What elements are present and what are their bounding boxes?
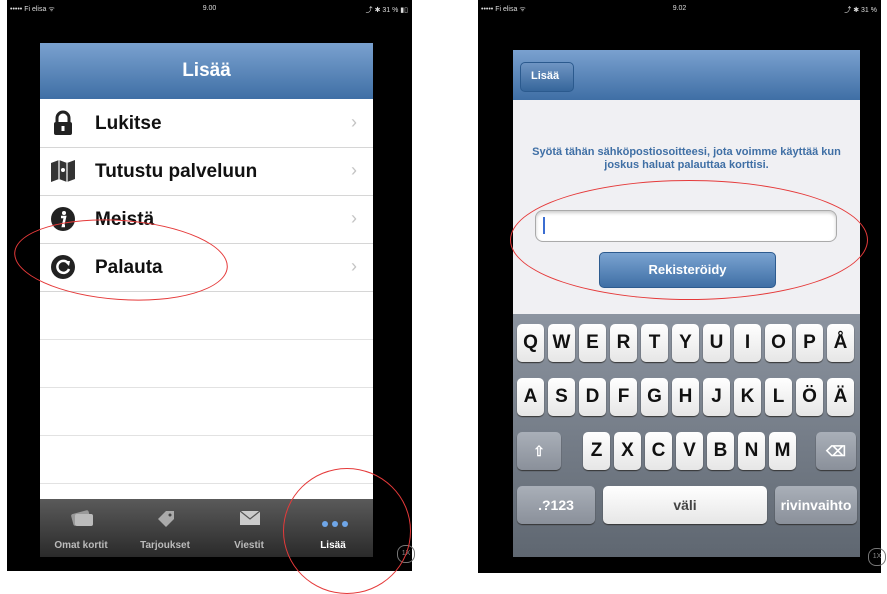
tab-label: Tarjoukset xyxy=(140,540,190,551)
return-key[interactable]: rivinvaihto xyxy=(775,486,857,524)
app-screen: Lisää Syötä tähän sähköpostiosoitteesi, … xyxy=(513,50,860,557)
instruction-text: Syötä tähän sähköpostiosoitteesi, jota v… xyxy=(532,146,841,171)
nav-bar: Lisää xyxy=(513,50,860,100)
key-z[interactable]: Z xyxy=(583,432,610,470)
key-s[interactable]: S xyxy=(548,378,575,416)
key-u[interactable]: U xyxy=(703,324,730,362)
list-item-tutustu-palveluun[interactable]: Tutustu palveluun › xyxy=(40,148,373,196)
chevron-right-icon: › xyxy=(351,208,357,228)
clock-label: 9.02 xyxy=(672,5,687,12)
annotation-circle-lisaa-tab xyxy=(283,468,411,594)
key-t[interactable]: T xyxy=(641,324,668,362)
cards-icon xyxy=(71,510,93,526)
key-c[interactable]: C xyxy=(645,432,672,470)
key-m[interactable]: M xyxy=(769,432,796,470)
chevron-right-icon: › xyxy=(351,160,357,180)
key-a[interactable]: A xyxy=(517,378,544,416)
back-button[interactable]: Lisää xyxy=(520,62,574,92)
page-title: Lisää xyxy=(182,60,231,81)
envelope-icon xyxy=(239,510,261,525)
key-q[interactable]: Q xyxy=(517,324,544,362)
battery-label: ⤴ ✱ 31 % ▮▯ xyxy=(365,7,408,14)
key-j[interactable]: J xyxy=(703,378,730,416)
status-bar: ••••• Fi elisa ᯤ 9.00 ⤴ ✱ 31 % ▮▯ xyxy=(7,0,412,16)
chevron-right-icon: › xyxy=(351,112,357,132)
clock-label: 9.00 xyxy=(202,5,217,12)
key-i[interactable]: I xyxy=(734,324,761,362)
key-b[interactable]: B xyxy=(707,432,734,470)
key-w[interactable]: W xyxy=(548,324,575,362)
key-y[interactable]: Y xyxy=(672,324,699,362)
key-r[interactable]: R xyxy=(610,324,637,362)
map-icon xyxy=(51,160,75,182)
tab-tarjoukset[interactable]: Tarjoukset xyxy=(124,499,206,557)
key-e[interactable]: E xyxy=(579,324,606,362)
key-v[interactable]: V xyxy=(676,432,703,470)
backspace-key[interactable]: ⌫ xyxy=(816,432,856,470)
chevron-right-icon: › xyxy=(351,256,357,276)
tab-viestit[interactable]: Viestit xyxy=(208,499,290,557)
key-n[interactable]: N xyxy=(738,432,765,470)
tab-label: Viestit xyxy=(234,540,264,551)
annotation-circle-email-form xyxy=(510,180,868,300)
list-item-lukitse[interactable]: Lukitse › xyxy=(40,100,373,148)
numbers-key[interactable]: .?123 xyxy=(517,486,595,524)
key-ä[interactable]: Ä xyxy=(827,378,854,416)
empty-row xyxy=(40,340,373,388)
list-item-label: Lukitse xyxy=(95,113,162,134)
tab-omat-kortit[interactable]: Omat kortit xyxy=(40,499,122,557)
key-l[interactable]: L xyxy=(765,378,792,416)
battery-label: ⤴ ✱ 31 % xyxy=(844,7,877,14)
key-p[interactable]: P xyxy=(796,324,823,362)
key-h[interactable]: H xyxy=(672,378,699,416)
zoom-badge: 1X xyxy=(868,548,886,566)
empty-row xyxy=(40,292,373,340)
nav-bar: Lisää xyxy=(40,43,373,99)
empty-row xyxy=(40,388,373,436)
key-f[interactable]: F xyxy=(610,378,637,416)
onscreen-keyboard: Q W E R T Y U I O P Å A S D F G H J K L Ö Ä ⇧ Z X C V B N M ⌫ .?123 väli… xyxy=(513,314,860,557)
key-d[interactable]: D xyxy=(579,378,606,416)
tag-icon xyxy=(158,511,174,527)
list-item-label: Tutustu palveluun xyxy=(95,161,258,182)
key-ö[interactable]: Ö xyxy=(796,378,823,416)
key-x[interactable]: X xyxy=(614,432,641,470)
key-g[interactable]: G xyxy=(641,378,668,416)
key-å[interactable]: Å xyxy=(827,324,854,362)
shift-key[interactable]: ⇧ xyxy=(517,432,561,470)
status-bar: ••••• Fi elisa ᯤ 9.02 ⤴ ✱ 31 % xyxy=(478,0,881,16)
back-button-label: Lisää xyxy=(531,70,560,82)
key-k[interactable]: K xyxy=(734,378,761,416)
tab-label: Omat kortit xyxy=(54,540,108,551)
space-key[interactable]: väli xyxy=(603,486,767,524)
key-o[interactable]: O xyxy=(765,324,792,362)
lock-icon xyxy=(54,110,72,135)
